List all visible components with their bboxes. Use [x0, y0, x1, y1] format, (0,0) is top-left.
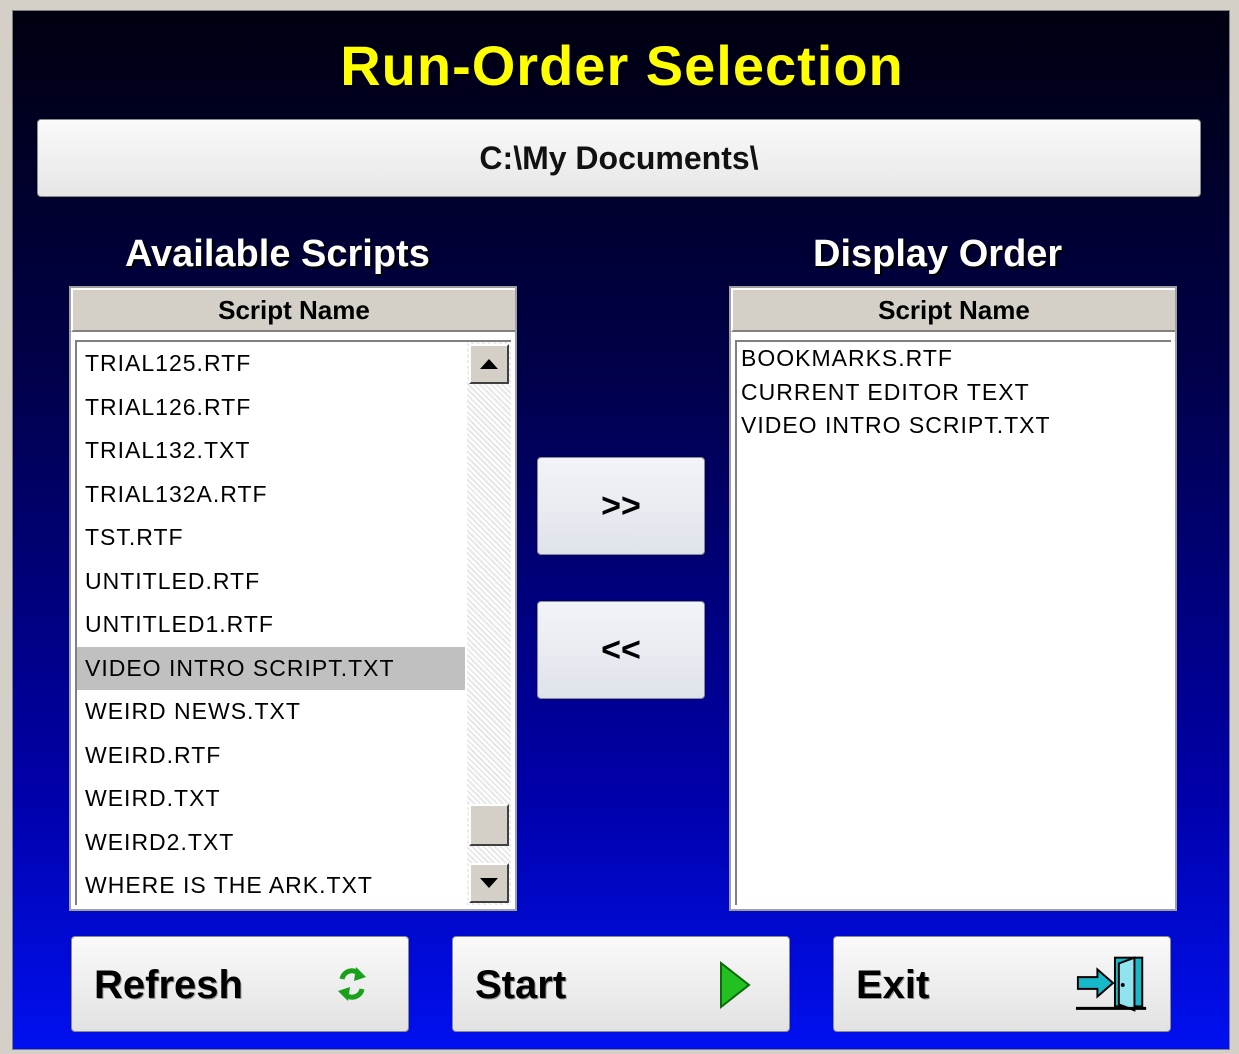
- list-item[interactable]: TRIAL126.RTF: [77, 386, 465, 430]
- exit-button[interactable]: Exit: [833, 936, 1171, 1032]
- list-item[interactable]: BOOKMARKS.RTF: [737, 342, 1167, 376]
- column-header-script-name[interactable]: Script Name: [731, 288, 1175, 332]
- list-item[interactable]: WEIRD.TXT: [77, 777, 465, 821]
- display-rows: BOOKMARKS.RTF CURRENT EDITOR TEXT VIDEO IN…: [737, 342, 1167, 443]
- available-scripts-heading: Available Scripts: [125, 233, 430, 275]
- scroll-up-button[interactable]: [469, 344, 509, 384]
- list-item[interactable]: WEIRD2.TXT: [77, 821, 465, 865]
- list-item[interactable]: WEIRD.RTF: [77, 734, 465, 778]
- scroll-down-button[interactable]: [469, 863, 509, 903]
- available-scripts-list[interactable]: Script Name TRIAL125.RTF TRIAL126.RTF TRIA…: [69, 286, 517, 911]
- window-title: Run-Order Selection: [340, 34, 904, 97]
- list-item[interactable]: VIDEO INTRO SCRIPT.TXT: [737, 409, 1167, 443]
- display-order-heading: Display Order: [813, 233, 1063, 275]
- list-item[interactable]: UNTITLED.RTF: [77, 560, 465, 604]
- list-item[interactable]: WEIRD NEWS.TXT: [77, 690, 465, 734]
- start-button[interactable]: Start: [452, 936, 790, 1032]
- list-item[interactable]: TST.RTF: [77, 516, 465, 560]
- exit-label: Exit: [856, 963, 930, 1007]
- list-item[interactable]: VIDEO INTRO SCRIPT.TXT: [77, 646, 465, 690]
- run-order-window: Run-Order Selection C:\My Documents\ Ava…: [12, 10, 1230, 1050]
- vertical-scrollbar[interactable]: [467, 342, 511, 905]
- exit-door-icon: [1075, 956, 1147, 1012]
- add-to-order-button[interactable]: >>: [537, 457, 705, 555]
- available-rows: TRIAL125.RTF TRIAL126.RTF TRIAL132.TXT TRIA…: [77, 342, 465, 905]
- display-order-list[interactable]: Script Name BOOKMARKS.RTF CURRENT EDITOR …: [729, 286, 1177, 911]
- scroll-thumb[interactable]: [469, 804, 509, 846]
- display-list-body[interactable]: BOOKMARKS.RTF CURRENT EDITOR TEXT VIDEO IN…: [735, 340, 1171, 905]
- list-item[interactable]: WHERE IS THE ARK.TXT: [77, 864, 465, 905]
- refresh-label: Refresh: [94, 963, 243, 1007]
- list-item[interactable]: TRIAL132.TXT: [77, 429, 465, 473]
- list-item[interactable]: UNTITLED1.RTF: [77, 603, 465, 647]
- play-icon: [720, 960, 751, 1010]
- list-item[interactable]: CURRENT EDITOR TEXT: [737, 376, 1167, 410]
- refresh-icon: [338, 967, 366, 1001]
- column-header-script-name[interactable]: Script Name: [71, 288, 515, 332]
- remove-from-order-button[interactable]: <<: [537, 601, 705, 699]
- refresh-button[interactable]: Refresh: [71, 936, 409, 1032]
- arrow-down-icon: [480, 878, 498, 888]
- folder-path-button[interactable]: C:\My Documents\: [37, 119, 1201, 197]
- start-label: Start: [475, 963, 567, 1007]
- list-item[interactable]: TRIAL125.RTF: [77, 342, 465, 386]
- arrow-up-icon: [480, 359, 498, 369]
- available-list-body[interactable]: TRIAL125.RTF TRIAL126.RTF TRIAL132.TXT TRIA…: [75, 340, 511, 905]
- list-item[interactable]: TRIAL132A.RTF: [77, 473, 465, 517]
